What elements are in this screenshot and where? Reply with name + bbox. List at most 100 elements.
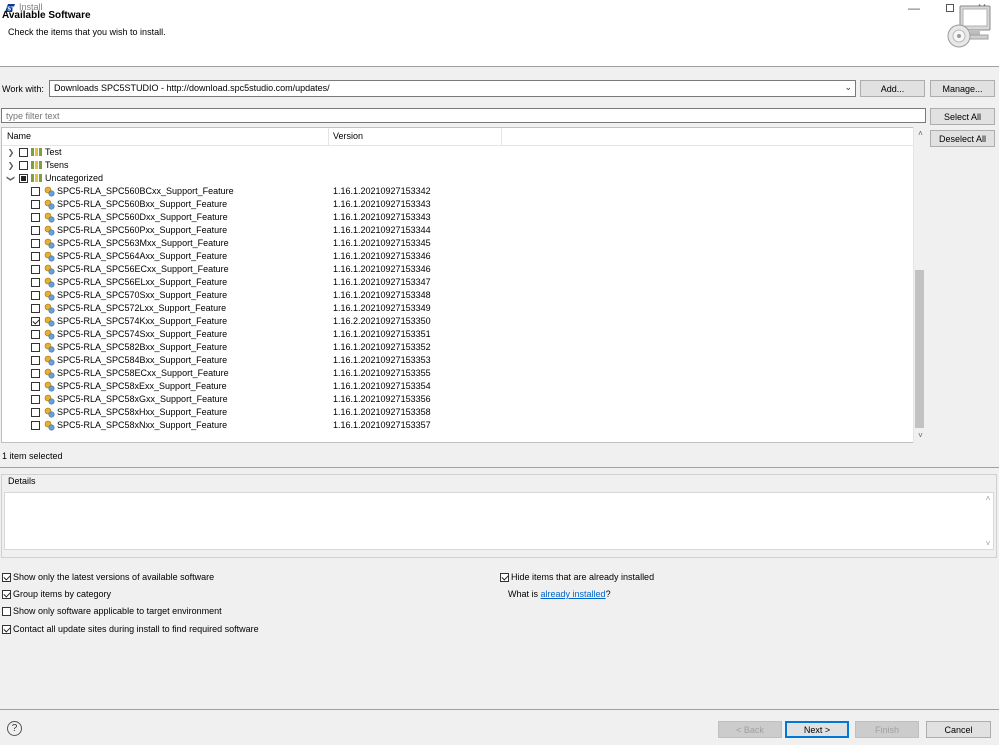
column-divider[interactable]: [501, 128, 502, 146]
feature-checkbox[interactable]: [31, 356, 40, 365]
help-button[interactable]: ?: [7, 721, 22, 736]
scroll-up-icon[interactable]: ˄: [983, 494, 993, 503]
chevron-down-icon[interactable]: ⌄: [844, 82, 852, 93]
software-tree[interactable]: Name Version ❯ Test ❯ Tsens ❯ Uncategori…: [1, 127, 926, 443]
feature-checkbox[interactable]: [31, 239, 40, 248]
feature-checkbox[interactable]: [31, 278, 40, 287]
cancel-button[interactable]: Cancel: [926, 721, 991, 738]
category-name: Test: [45, 147, 62, 157]
feature-checkbox[interactable]: [31, 187, 40, 196]
minimize-button[interactable]: —: [897, 0, 931, 16]
feature-checkbox[interactable]: [31, 382, 40, 391]
deselect-all-button[interactable]: Deselect All: [930, 130, 995, 147]
group-by-category-option[interactable]: Group items by category: [2, 588, 111, 600]
column-header-name[interactable]: Name: [7, 131, 31, 141]
tree-row-feature[interactable]: SPC5-RLA_SPC584Bxx_Support_Feature 1.16.1…: [2, 354, 914, 367]
tree-row-feature[interactable]: SPC5-RLA_SPC560Bxx_Support_Feature 1.16.1…: [2, 198, 914, 211]
feature-plugin-icon: [44, 238, 55, 249]
feature-name: SPC5-RLA_SPC582Bxx_Support_Feature: [57, 342, 228, 352]
latest-versions-checkbox[interactable]: [2, 573, 11, 583]
install-computer-cd-icon: [947, 5, 991, 48]
feature-name: SPC5-RLA_SPC570Sxx_Support_Feature: [57, 290, 228, 300]
tree-row-feature[interactable]: SPC5-RLA_SPC58xExx_Support_Feature 1.16.1…: [2, 380, 914, 393]
select-all-button[interactable]: Select All: [930, 108, 995, 125]
tree-row-feature[interactable]: SPC5-RLA_SPC560BCxx_Support_Feature 1.16.…: [2, 185, 914, 198]
feature-checkbox[interactable]: [31, 408, 40, 417]
finish-button[interactable]: Finish: [855, 721, 919, 738]
feature-name: SPC5-RLA_SPC58xExx_Support_Feature: [57, 381, 227, 391]
tree-row-feature[interactable]: SPC5-RLA_SPC560Pxx_Support_Feature 1.16.1…: [2, 224, 914, 237]
tree-row-feature[interactable]: SPC5-RLA_SPC574Sxx_Support_Feature 1.16.1…: [2, 328, 914, 341]
category-folder-icon: [31, 161, 42, 169]
feature-checkbox[interactable]: [31, 369, 40, 378]
tree-row-feature[interactable]: SPC5-RLA_SPC582Bxx_Support_Feature 1.16.1…: [2, 341, 914, 354]
already-installed-link[interactable]: already installed: [541, 589, 606, 599]
tree-row-feature[interactable]: SPC5-RLA_SPC574Kxx_Support_Feature 1.16.2…: [2, 315, 914, 328]
tree-row-feature[interactable]: SPC5-RLA_SPC570Sxx_Support_Feature 1.16.1…: [2, 289, 914, 302]
category-checkbox[interactable]: [19, 148, 28, 157]
scroll-down-icon[interactable]: ˅: [914, 429, 927, 442]
tree-row-feature[interactable]: SPC5-RLA_SPC572Lxx_Support_Feature 1.16.1…: [2, 302, 914, 315]
feature-checkbox[interactable]: [31, 330, 40, 339]
feature-checkbox[interactable]: [31, 252, 40, 261]
feature-checkbox[interactable]: [31, 304, 40, 313]
details-text-area[interactable]: [4, 492, 994, 550]
feature-name: SPC5-RLA_SPC58ECxx_Support_Feature: [57, 368, 229, 378]
feature-plugin-icon: [44, 199, 55, 210]
column-header-version[interactable]: Version: [333, 131, 363, 141]
tree-row-feature[interactable]: SPC5-RLA_SPC563Mxx_Support_Feature 1.16.1…: [2, 237, 914, 250]
contact-sites-option[interactable]: Contact all update sites during install …: [2, 623, 259, 635]
tree-row-category[interactable]: ❯ Test: [2, 146, 914, 159]
scroll-up-icon[interactable]: ˄: [914, 127, 927, 140]
tree-row-feature[interactable]: SPC5-RLA_SPC58xGxx_Support_Feature 1.16.1…: [2, 393, 914, 406]
tree-row-category[interactable]: ❯ Uncategorized: [2, 172, 914, 185]
chevron-right-icon[interactable]: ❯: [7, 146, 15, 159]
target-env-option[interactable]: Show only software applicable to target …: [2, 605, 222, 617]
feature-checkbox[interactable]: [31, 265, 40, 274]
feature-checkbox[interactable]: [31, 317, 40, 326]
scrollbar-thumb[interactable]: [915, 270, 924, 428]
tree-row-feature[interactable]: SPC5-RLA_SPC58ECxx_Support_Feature 1.16.1…: [2, 367, 914, 380]
feature-checkbox[interactable]: [31, 213, 40, 222]
feature-checkbox[interactable]: [31, 395, 40, 404]
feature-checkbox[interactable]: [31, 421, 40, 430]
tree-row-feature[interactable]: SPC5-RLA_SPC564Axx_Support_Feature 1.16.1…: [2, 250, 914, 263]
manage-sites-button[interactable]: Manage...: [930, 80, 995, 97]
tree-row-feature[interactable]: SPC5-RLA_SPC560Dxx_Support_Feature 1.16.1…: [2, 211, 914, 224]
feature-checkbox[interactable]: [31, 343, 40, 352]
back-button[interactable]: < Back: [718, 721, 782, 738]
work-with-combo[interactable]: Downloads SPC5STUDIO - http://download.s…: [49, 80, 856, 97]
what-is-installed-text: What is already installed?: [508, 588, 611, 600]
next-button[interactable]: Next >: [785, 721, 849, 738]
tree-row-feature[interactable]: SPC5-RLA_SPC58xNxx_Support_Feature 1.16.1…: [2, 419, 914, 432]
tree-row-category[interactable]: ❯ Tsens: [2, 159, 914, 172]
feature-plugin-icon: [44, 251, 55, 262]
feature-version: 1.16.1.20210927153346: [333, 251, 431, 261]
filter-input[interactable]: [1, 108, 926, 123]
group-by-category-label: Group items by category: [13, 589, 112, 599]
chevron-right-icon[interactable]: ❯: [7, 159, 15, 172]
tree-row-feature[interactable]: SPC5-RLA_SPC58xHxx_Support_Feature 1.16.1…: [2, 406, 914, 419]
feature-checkbox[interactable]: [31, 226, 40, 235]
category-checkbox[interactable]: [19, 174, 28, 183]
help-icon: ?: [11, 723, 18, 734]
tree-row-feature[interactable]: SPC5-RLA_SPC56ECxx_Support_Feature 1.16.1…: [2, 263, 914, 276]
target-env-checkbox[interactable]: [2, 607, 11, 617]
hide-installed-checkbox[interactable]: [500, 573, 509, 583]
feature-plugin-icon: [44, 212, 55, 223]
latest-versions-option[interactable]: Show only the latest versions of availab…: [2, 571, 214, 583]
chevron-down-icon[interactable]: ❯: [5, 175, 18, 183]
category-name: Tsens: [45, 160, 69, 170]
scroll-down-icon[interactable]: ˅: [983, 539, 993, 548]
feature-name: SPC5-RLA_SPC58xNxx_Support_Feature: [57, 420, 228, 430]
hide-installed-option[interactable]: Hide items that are already installed: [500, 571, 654, 583]
feature-checkbox[interactable]: [31, 291, 40, 300]
work-with-value: Downloads SPC5STUDIO - http://download.s…: [54, 83, 330, 93]
column-divider[interactable]: [328, 128, 329, 146]
group-by-category-checkbox[interactable]: [2, 590, 11, 600]
contact-sites-checkbox[interactable]: [2, 625, 11, 635]
tree-row-feature[interactable]: SPC5-RLA_SPC56ELxx_Support_Feature 1.16.1…: [2, 276, 914, 289]
category-checkbox[interactable]: [19, 161, 28, 170]
add-site-button[interactable]: Add...: [860, 80, 925, 97]
feature-checkbox[interactable]: [31, 200, 40, 209]
